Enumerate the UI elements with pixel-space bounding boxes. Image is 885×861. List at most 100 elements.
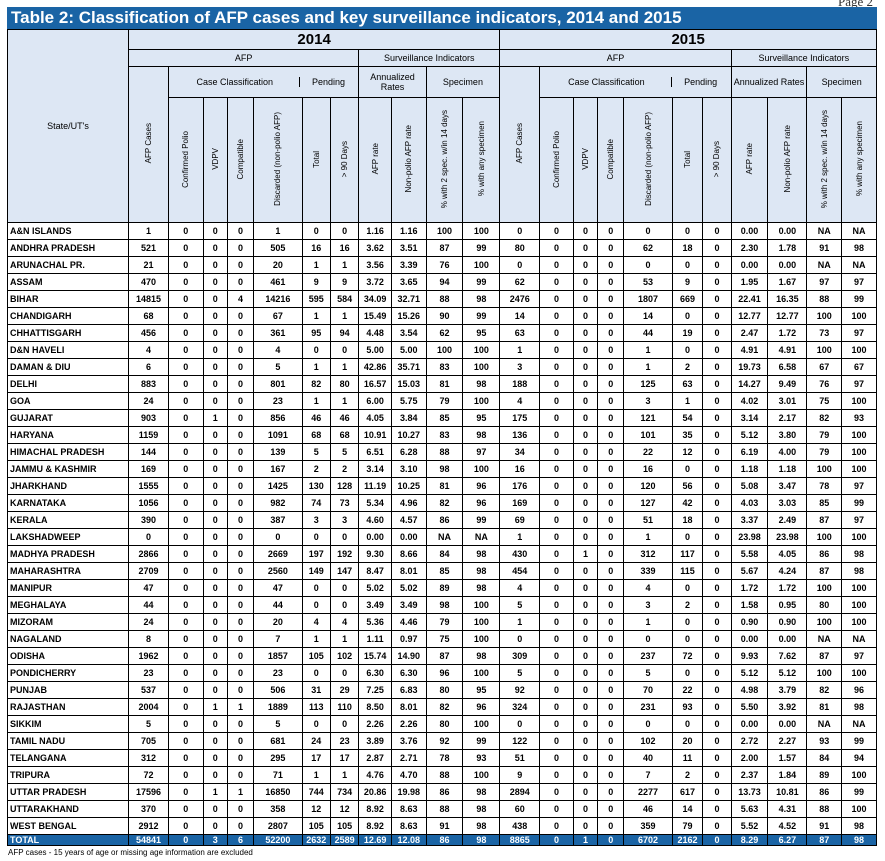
case-classification-header-2014: Case Classification Pending [167, 66, 360, 98]
state-name-cell: HIMACHAL PRADESH [7, 443, 129, 461]
value-cell: 5.00 [358, 341, 392, 359]
value-cell: 4 [623, 579, 673, 597]
value-cell: 85 [425, 409, 464, 427]
value-cell: 0 [539, 290, 574, 308]
value-cell: 5.02 [358, 579, 392, 597]
value-cell: 9.49 [767, 375, 808, 393]
value-cell: 1 [301, 307, 331, 325]
value-cell: 63 [671, 375, 704, 393]
value-cell: 74 [301, 494, 331, 512]
value-cell: 0 [226, 766, 255, 784]
value-cell: 0 [167, 630, 204, 648]
value-cell: 0.97 [390, 630, 427, 648]
value-cell: 0 [597, 307, 625, 325]
value-cell: 0 [167, 307, 204, 325]
value-cell: 86 [806, 783, 843, 801]
value-cell: 0 [202, 273, 228, 291]
value-cell: 90 [425, 307, 464, 325]
value-cell: 0 [702, 477, 732, 495]
value-cell: 98 [425, 596, 464, 614]
value-cell: 5.67 [730, 562, 769, 580]
value-cell: 0 [226, 579, 255, 597]
annualized-rates-header-2015: Annualized Rates [730, 66, 808, 98]
table-row: CHHATTISGARH 456 0 0 0 361 95 94 4.48 3.54 62 95 63 0… [7, 324, 877, 342]
value-cell: 1 [226, 698, 255, 716]
value-cell: 8.66 [390, 545, 427, 563]
value-cell: 5.34 [358, 494, 392, 512]
value-cell: 0 [226, 528, 255, 546]
value-cell: 0 [671, 341, 704, 359]
pending-total-header-2014: Total [301, 97, 331, 223]
value-cell: 1.72 [730, 579, 769, 597]
value-cell: 99 [841, 732, 877, 750]
table-row: TELANGANA 312 0 0 0 295 17 17 2.87 2.71 78 93 51 0 0 0 4… [7, 749, 877, 767]
value-cell: 97 [841, 273, 877, 291]
state-name-cell: NAGALAND [7, 630, 129, 648]
value-cell: 0 [597, 392, 625, 410]
value-cell: 3.79 [767, 681, 808, 699]
value-cell: 5.08 [730, 477, 769, 495]
value-cell: 16 [499, 460, 541, 478]
value-cell: NA [841, 715, 877, 733]
value-cell: 121 [623, 409, 673, 427]
value-cell: 0 [539, 562, 574, 580]
value-cell: 0 [702, 392, 732, 410]
value-cell: 231 [623, 698, 673, 716]
value-cell: 63 [499, 324, 541, 342]
value-cell: 3.84 [390, 409, 427, 427]
value-cell: 4.46 [390, 613, 427, 631]
value-cell: 100 [841, 460, 877, 478]
value-cell: 0 [702, 698, 732, 716]
value-cell: 2 [671, 596, 704, 614]
value-cell: 105 [301, 647, 331, 665]
value-cell: 80 [425, 715, 464, 733]
discarded-header-2014: Discarded (non-polio AFP) [253, 97, 303, 223]
value-cell: 14.27 [730, 375, 769, 393]
value-cell: 100 [806, 664, 843, 682]
value-cell: 361 [253, 324, 303, 342]
value-cell: 100 [806, 341, 843, 359]
pct-any-header-2015: % with any specimen [841, 97, 877, 223]
value-cell: 0 [597, 341, 625, 359]
value-cell: 85 [806, 494, 843, 512]
value-cell: 0 [702, 409, 732, 427]
value-cell: 1.84 [767, 766, 808, 784]
value-cell: 81 [806, 698, 843, 716]
value-cell: 0 [167, 511, 204, 529]
pct-2spec-header-2014: % with 2 spec. w/in 14 days [425, 97, 464, 223]
value-cell: 0.95 [767, 596, 808, 614]
value-cell: 0 [702, 613, 732, 631]
value-cell: 0 [202, 477, 228, 495]
value-cell: 0 [597, 443, 625, 461]
value-cell: 46 [301, 409, 331, 427]
value-cell: 0 [597, 273, 625, 291]
value-cell: 0 [202, 630, 228, 648]
specimen-header-2014: Specimen [425, 66, 501, 98]
value-cell: 3.51 [390, 239, 427, 257]
value-cell: 147 [329, 562, 360, 580]
value-cell: 130 [301, 477, 331, 495]
state-name-cell: MADHYA PRADESH [7, 545, 129, 563]
value-cell: 98 [462, 290, 501, 308]
state-name-cell: MIZORAM [7, 613, 129, 631]
value-cell: 99 [462, 732, 501, 750]
value-cell: NA [806, 222, 843, 240]
value-cell: 98 [425, 460, 464, 478]
value-cell: 95 [301, 324, 331, 342]
value-cell: 0 [539, 477, 574, 495]
value-cell: 1.95 [730, 273, 769, 291]
value-cell: 0 [572, 222, 599, 240]
value-cell: 19.73 [730, 358, 769, 376]
value-cell: 34.09 [358, 290, 392, 308]
value-cell: 122 [499, 732, 541, 750]
value-cell: 98 [462, 545, 501, 563]
table-row: D&N HAVELI 4 0 0 0 4 0 0 5.00 5.00 100 100 1 0 0 0 1 0 0 4.… [7, 341, 877, 359]
value-cell: 0 [597, 647, 625, 665]
value-cell: 15.03 [390, 375, 427, 393]
value-cell: 0 [702, 358, 732, 376]
value-cell: 0 [202, 562, 228, 580]
value-cell: 3 [623, 596, 673, 614]
value-cell: 4 [226, 290, 255, 308]
table-row: BIHAR 14815 0 0 4 14216 595 584 34.09 32.71 88 98 24… [7, 290, 877, 308]
value-cell: 0 [167, 817, 204, 835]
